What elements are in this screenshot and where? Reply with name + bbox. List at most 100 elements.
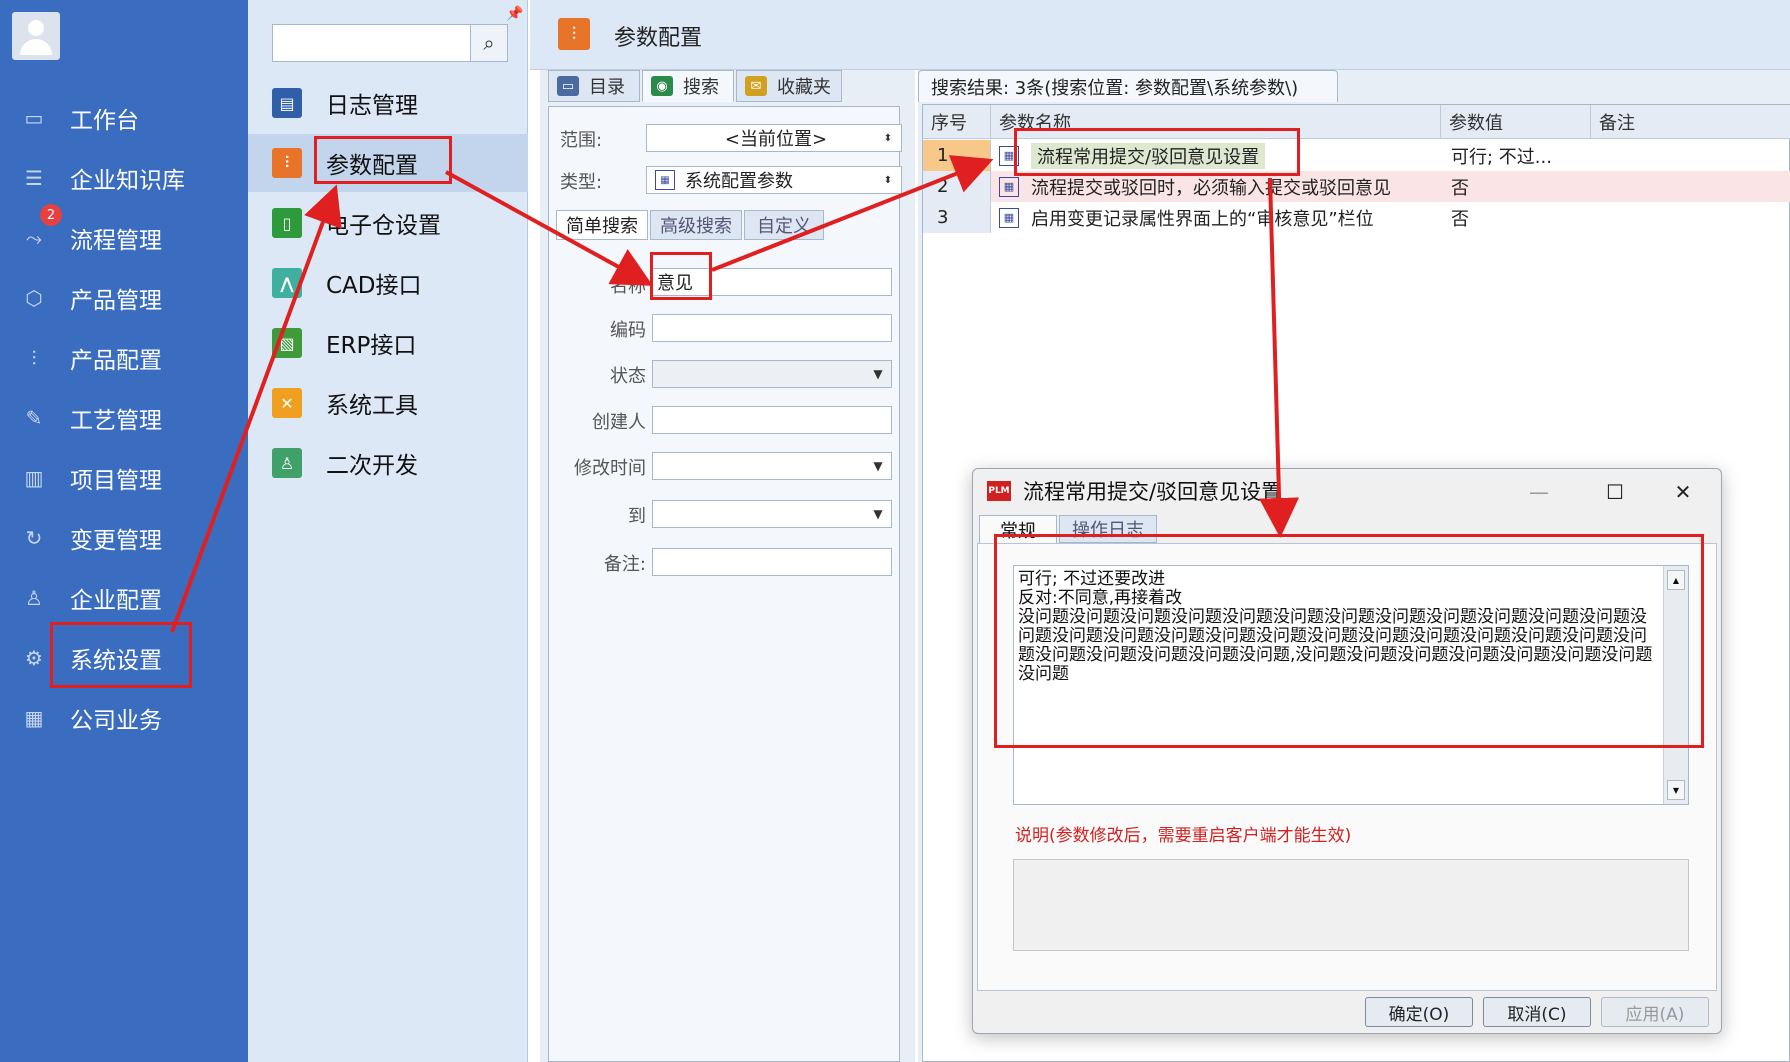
search-icon[interactable]: ⌕ [470,25,507,61]
text-line-1: 可行; 不过还要改进 [1018,569,1166,589]
submenu-item-5[interactable]: ✕ 系统工具 [248,374,528,432]
nav-item-6[interactable]: ▥ 项目管理 [0,450,248,506]
apply-button[interactable]: 应用(A) [1601,997,1709,1027]
avatar[interactable] [12,12,60,60]
submenu-item-label: 系统工具 [326,393,418,419]
submenu-item-0[interactable]: ▤ 日志管理 [248,74,528,132]
chevron-down-icon[interactable]: ▼ [867,363,889,385]
opinions-textarea[interactable]: 可行; 不过还要改进 反对:不同意,再接着改 没问题没问题没问题没问题没问题没问… [1013,565,1689,805]
to-label: 到 [628,506,646,527]
minimize-icon[interactable]: — [1519,477,1559,507]
chevron-down-icon[interactable]: ▼ [867,503,889,525]
scope-value: <当前位置> [724,129,828,150]
table-row[interactable]: 2 ▦ 流程提交或驳回时，必须输入提交或驳回意见 否 [923,171,1790,202]
tab-general[interactable]: 常规 [979,515,1057,543]
submenu-item-4[interactable]: ▧ ERP接口 [248,314,528,372]
cancel-button[interactable]: 取消(C) [1483,997,1591,1027]
users-icon: ♙ [25,586,43,610]
scroll-up-icon[interactable]: ▲ [1667,570,1685,590]
page-title: 参数配置 [614,26,703,51]
tab-catalog[interactable]: ▭ 目录 [548,70,640,102]
scope-select[interactable]: <当前位置> ⬍ [646,124,902,152]
nav-item-9[interactable]: ⚙ 系统设置 [0,630,248,686]
chevron-down-icon[interactable]: ▼ [867,455,889,477]
dialog-note: 说明(参数修改后，需要重启客户端才能生效) [1015,826,1352,846]
tab-search-globe[interactable]: ◉ 搜索 [642,70,734,102]
type-select[interactable]: ▦ 系统配置参数 ⬍ [646,166,902,194]
catalog-icon: ▭ [557,76,579,96]
close-icon[interactable]: ✕ [1663,477,1703,507]
spinner-icon[interactable]: ⬍ [877,169,899,191]
search-tab-1[interactable]: 高级搜索 [650,210,742,240]
nav-item-10[interactable]: ▦ 公司业务 [0,690,248,746]
nav-item-label: 企业配置 [70,588,162,614]
nav-item-0[interactable]: ▭ 工作台 [0,90,248,146]
table-row[interactable]: 1 ▦ 流程常用提交/驳回意见设置 可行; 不过... [923,140,1790,171]
code-input[interactable] [652,314,892,342]
main-nav: ▭ 工作台 ☰ 企业知识库 ⤳ 流程管理 2 ⬡ 产品管理 ⫶ 产品配置 ✎ 工艺管理 ▥ 项目管理 ↻ 变更管… [0,0,248,1062]
submenu-item-label: 二次开发 [326,453,418,479]
gear-icon: ⚙ [25,646,43,670]
remark-label: 备注: [603,554,646,575]
results-tab[interactable]: 搜索结果: 3条(搜索位置: 参数配置\系统参数\) [918,70,1338,102]
creator-label: 创建人 [592,412,646,433]
spinner-icon[interactable]: ⬍ [877,127,899,149]
text-line-2: 反对:不同意,再接着改 [1018,588,1183,608]
nav-item-5[interactable]: ✎ 工艺管理 [0,390,248,446]
chart-icon: ▥ [24,466,44,490]
search-form [548,106,900,1062]
nav-item-label: 产品配置 [70,348,162,374]
params-icon: ⫶ [558,18,590,50]
table-row[interactable]: 3 ▦ 启用变更记录属性界面上的“审核意见”栏位 否 [923,202,1790,233]
search-tab-0[interactable]: 简单搜索 [556,210,648,240]
pin-icon[interactable]: 📌 [506,6,523,22]
nav-item-4[interactable]: ⫶ 产品配置 [0,330,248,386]
nav-item-3[interactable]: ⬡ 产品管理 [0,270,248,326]
name-label: 名称 [610,276,646,297]
nav-item-label: 变更管理 [70,528,162,554]
nav-item-1[interactable]: ☰ 企业知识库 [0,150,248,206]
nav-item-label: 工作台 [70,108,139,134]
to-date-select[interactable]: ▼ [652,500,892,528]
tab-label: 收藏夹 [777,77,831,98]
row-value: 否 [1451,177,1469,199]
submenu-item-3[interactable]: ⋀ CAD接口 [248,254,528,312]
column-header-3[interactable]: 备注 [1591,105,1790,139]
type-label: 类型: [560,172,603,193]
tab-favorites[interactable]: ✉ 收藏夹 [736,70,842,102]
submenu-item-label: 日志管理 [326,93,418,119]
column-header-2[interactable]: 参数值 [1441,105,1591,139]
scrollbar[interactable]: ▲ ▼ [1663,566,1688,804]
vault-icon: ▯ [272,208,302,238]
status-select[interactable]: ▼ [652,360,892,388]
text-body: 没问题没问题没问题没问题没问题没问题没问题没问题没问题没问题没问题没问题没问题没… [1018,607,1653,684]
row-name-text: 启用变更记录属性界面上的“审核意见”栏位 [1031,208,1374,230]
submenu-search-input[interactable]: ⌕ [272,24,508,62]
scroll-down-icon[interactable]: ▼ [1667,780,1685,800]
search-tab-2[interactable]: 自定义 [744,210,824,240]
nav-item-8[interactable]: ♙ 企业配置 [0,570,248,626]
name-input[interactable]: 意见 [652,268,892,296]
submenu-item-1[interactable]: ⫶ 参数配置 [248,134,528,192]
column-header-1[interactable]: 参数名称 [991,105,1441,139]
submenu-panel: ⌕ 📌 ▤ 日志管理 ⫶ 参数配置 ▯ 电子仓设置 ⋀ CAD接口 ▧ ERP接口 ✕ 系统工具 ♙ 二次… [248,0,528,1062]
monitor-icon: ▭ [24,106,44,130]
remark-input[interactable] [652,548,892,576]
column-header-0[interactable]: 序号 [923,105,991,139]
submenu-item-2[interactable]: ▯ 电子仓设置 [248,194,528,252]
nav-item-label: 企业知识库 [70,168,185,194]
dev-icon: ♙ [272,448,302,478]
modified-date-select[interactable]: ▼ [652,452,892,480]
nav-item-7[interactable]: ↻ 变更管理 [0,510,248,566]
maximize-icon[interactable]: ☐ [1595,477,1635,507]
nav-item-label: 流程管理 [70,228,162,254]
plm-logo-icon: PLM [987,481,1011,501]
submenu-item-6[interactable]: ♙ 二次开发 [248,434,528,492]
tab-operation-log[interactable]: 操作日志 [1059,515,1157,543]
favorites-icon: ✉ [745,76,767,96]
ok-button[interactable]: 确定(O) [1365,997,1473,1027]
creator-input[interactable] [652,406,892,434]
nav-item-2[interactable]: ⤳ 流程管理 2 [0,204,248,266]
row-number: 3 [923,202,991,233]
dialog-title: 流程常用提交/驳回意见设置 [1023,480,1283,504]
